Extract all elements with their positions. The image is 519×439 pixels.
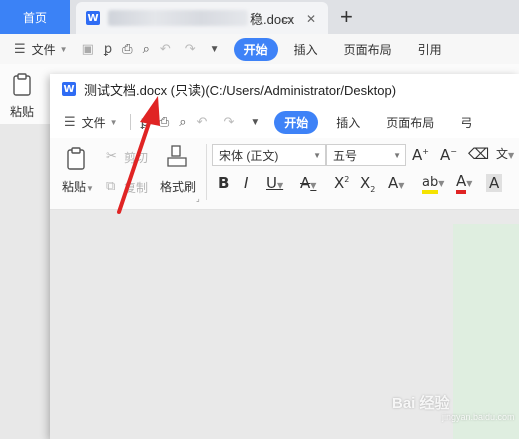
- subscript-icon[interactable]: X2: [360, 174, 375, 194]
- font-name-select[interactable]: 宋体 (正文) ▼: [212, 144, 326, 166]
- read-only-document-window: W 测试文档.docx (只读)(C:/Users/Administrator/…: [50, 74, 519, 439]
- tab-document[interactable]: W 稳.docx ▭ ✕: [76, 2, 328, 34]
- blurred-filename: [108, 10, 248, 26]
- paste-icon[interactable]: [64, 146, 90, 172]
- italic-icon[interactable]: I: [244, 174, 248, 192]
- wps-writer-icon: W: [62, 82, 76, 96]
- tab-start[interactable]: 开始: [274, 110, 319, 134]
- scissors-icon: ✂: [106, 148, 117, 163]
- increase-font-size-icon[interactable]: A+: [412, 146, 429, 164]
- cut-button[interactable]: 剪切: [124, 149, 148, 166]
- tab-insert[interactable]: 插入: [336, 114, 360, 131]
- print-icon[interactable]: ⎙: [122, 41, 132, 57]
- tab-references[interactable]: 引用: [418, 41, 442, 58]
- save-icon[interactable]: ▣: [82, 41, 94, 57]
- background-toolbar: ☰ 文件 ▼ ▣ ꝑ ⎙ ⌕ ↶ ↷ ▼ 开始 插入 页面布局 引用: [0, 34, 519, 64]
- character-shading-icon[interactable]: A: [486, 174, 503, 192]
- home-ribbon: 粘贴▼ ✂ 剪切 ⧉ 复制 格式刷 ⌟ 宋体 (正文) ▼ 五号 ▼ A+ A− ⌫…: [50, 138, 519, 210]
- paste-icon: [13, 73, 31, 96]
- bold-icon[interactable]: B: [218, 174, 229, 192]
- new-tab-icon[interactable]: +: [340, 4, 353, 30]
- superscript-icon[interactable]: X2: [334, 174, 349, 192]
- document-page[interactable]: [453, 224, 519, 439]
- strikethrough-icon[interactable]: A▼: [300, 174, 316, 192]
- dialog-launcher-icon[interactable]: ⌟: [196, 194, 200, 203]
- print-preview-icon[interactable]: ⌕: [143, 41, 150, 57]
- window-title: 测试文档.docx (只读)(C:/Users/Administrator/De…: [84, 82, 397, 98]
- print-preview-icon[interactable]: ⌕: [179, 114, 186, 130]
- chevron-down-icon: ▼: [393, 150, 401, 160]
- tab-document-title: 稳.docx: [108, 9, 294, 28]
- format-painter-icon[interactable]: [166, 144, 190, 170]
- redo-icon[interactable]: ↷: [223, 114, 234, 130]
- tab-overflow[interactable]: 弓: [460, 114, 472, 131]
- format-painter-icon[interactable]: ꝑ: [104, 41, 112, 57]
- background-paste-button[interactable]: 粘贴: [10, 72, 36, 120]
- paste-label: 粘贴: [10, 105, 35, 119]
- hamburger-menu-icon[interactable]: ☰: [14, 41, 26, 57]
- phonetic-guide-icon[interactable]: 文▼: [496, 145, 514, 162]
- undo-icon[interactable]: ↶: [160, 41, 171, 57]
- redo-icon[interactable]: ↷: [185, 41, 196, 57]
- hamburger-menu-icon[interactable]: ☰: [64, 114, 76, 130]
- chevron-down-icon: ▼: [86, 184, 94, 193]
- chevron-down-icon: ▼: [59, 44, 68, 54]
- decrease-font-size-icon[interactable]: A−: [440, 146, 457, 164]
- undo-icon[interactable]: ↶: [197, 114, 208, 130]
- tab-start[interactable]: 开始: [233, 37, 278, 61]
- chevron-down-icon: ▼: [313, 150, 321, 160]
- divider: [129, 114, 131, 130]
- baidu-watermark: Bai 经验 jingyan.baidu.com: [392, 395, 515, 422]
- menu-file[interactable]: 文件 ▼: [82, 114, 118, 131]
- format-painter-icon[interactable]: ꝑ: [141, 114, 149, 130]
- tab-home[interactable]: 首页: [0, 0, 70, 34]
- paste-button[interactable]: 粘贴▼: [62, 178, 94, 195]
- window-titlebar: W 测试文档.docx (只读)(C:/Users/Administrator/…: [50, 74, 519, 104]
- tab-page-layout[interactable]: 页面布局: [386, 114, 434, 131]
- copy-icon: ⧉: [106, 178, 116, 193]
- close-tab-icon[interactable]: ✕: [306, 12, 316, 26]
- tab-bar: 首页 W 稳.docx ▭ ✕ +: [0, 0, 519, 34]
- text-effect-icon[interactable]: A▼: [388, 174, 404, 192]
- more-dropdown-icon[interactable]: ▼: [250, 117, 260, 128]
- clear-formatting-icon[interactable]: ⌫: [468, 145, 489, 163]
- font-size-select[interactable]: 五号 ▼: [326, 144, 406, 166]
- font-color-icon[interactable]: A▼: [456, 172, 472, 194]
- copy-button[interactable]: 复制: [124, 179, 148, 196]
- wps-writer-icon: W: [86, 11, 100, 25]
- menu-file[interactable]: 文件 ▼: [32, 41, 68, 58]
- highlight-color-icon[interactable]: ab▼: [422, 172, 444, 194]
- format-painter-button[interactable]: 格式刷: [160, 178, 196, 195]
- print-icon[interactable]: ⎙: [159, 114, 169, 130]
- tab-page-layout[interactable]: 页面布局: [344, 41, 392, 58]
- chevron-down-icon: ▼: [109, 117, 118, 127]
- divider: [206, 144, 207, 200]
- tab-insert[interactable]: 插入: [294, 41, 318, 58]
- window-menu-bar: ☰ 文件 ▼ ꝑ ⎙ ⌕ ↶ ↷ ▼ 开始 插入 页面布局 弓: [50, 108, 519, 136]
- underline-icon[interactable]: U▼: [266, 174, 283, 192]
- window-icon[interactable]: ▭: [282, 12, 293, 26]
- more-dropdown-icon[interactable]: ▼: [210, 44, 220, 55]
